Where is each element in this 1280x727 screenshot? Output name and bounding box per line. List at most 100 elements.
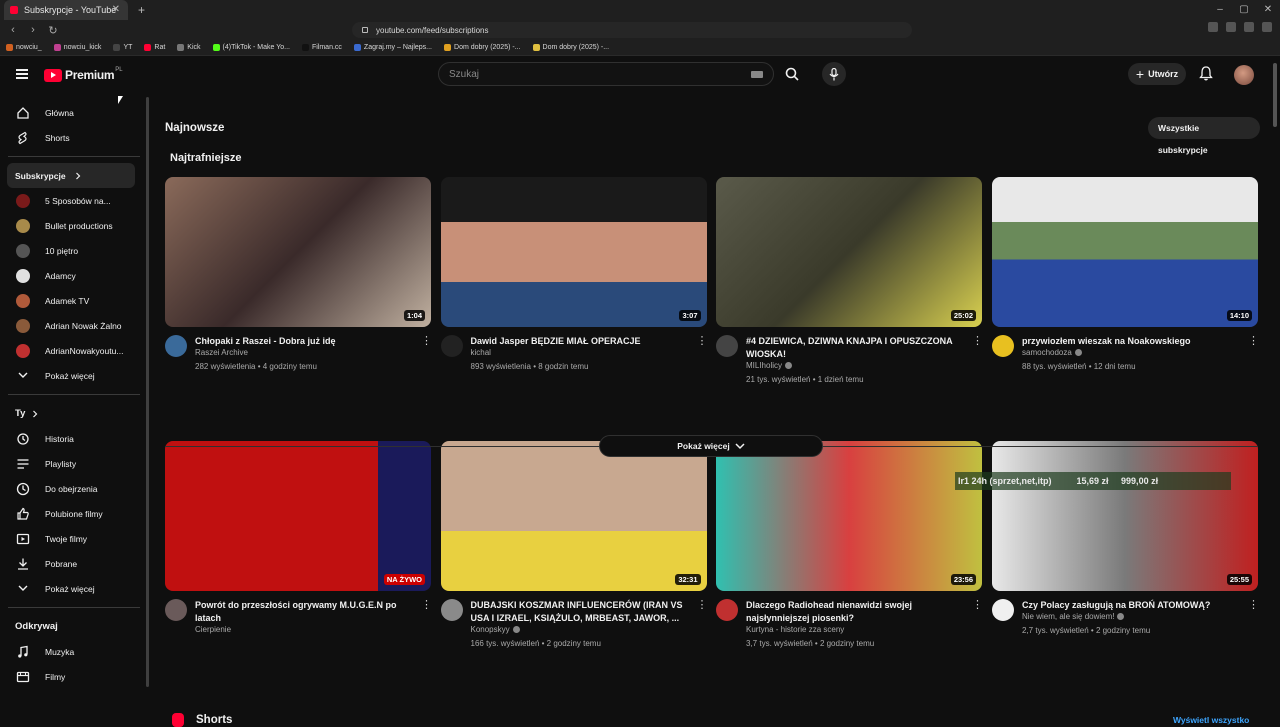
menu-icon[interactable] xyxy=(16,69,28,79)
bookmark-item[interactable]: Rat xyxy=(144,44,165,51)
browser-tab[interactable]: Subskrypcje - YouTube ✕ xyxy=(4,0,128,20)
video-thumbnail[interactable]: NA ŻYWO xyxy=(165,441,431,591)
bookmark-item[interactable]: Filman.cc xyxy=(301,44,342,51)
video-thumbnail[interactable]: 25:55 xyxy=(992,441,1258,591)
bookmark-item[interactable]: Dom dobry (2025) -... xyxy=(532,44,609,51)
video-card[interactable]: 32:31 DUBAJSKI KOSZMAR INFLUENCERÓW (IRAN… xyxy=(440,441,708,659)
more-actions-icon[interactable]: ⋮ xyxy=(421,335,432,349)
video-thumbnail[interactable]: 3:07 xyxy=(440,177,707,327)
channel-avatar[interactable] xyxy=(440,335,463,357)
channel-avatar[interactable] xyxy=(165,335,187,357)
more-actions-icon[interactable]: ⋮ xyxy=(421,599,432,613)
sidebar-item-playlist[interactable]: Playlisty xyxy=(0,451,148,476)
sidebar-item-channel[interactable]: 10 piętro xyxy=(0,238,148,263)
maximize-icon[interactable]: ▢ xyxy=(1232,0,1256,20)
search-button[interactable] xyxy=(779,63,805,85)
channel-avatar[interactable] xyxy=(716,599,738,621)
sidebar-item-download[interactable]: Pobrane xyxy=(0,551,148,576)
url-field[interactable]: youtube.com/feed/subscriptions xyxy=(352,22,912,38)
channel-name-row[interactable]: MILIholicy xyxy=(746,361,793,370)
more-actions-icon[interactable]: ⋮ xyxy=(697,335,708,349)
channel-avatar[interactable] xyxy=(440,599,463,621)
bookmark-item[interactable]: (4)TikTok - Make Yo... xyxy=(212,44,290,51)
sidebar-item-home[interactable]: Główna xyxy=(0,100,148,125)
channel-name-row[interactable]: Kurtyna - historie zza sceny xyxy=(746,625,844,634)
sidebar-show-more-subscriptions[interactable]: Pokaż więcej xyxy=(0,363,148,388)
bookmark-item[interactable]: Zagraj.my – Najleps... xyxy=(353,44,432,51)
bookmark-item[interactable]: Dom dobry (2025) -... xyxy=(444,44,521,51)
menu-icon[interactable] xyxy=(1262,22,1272,32)
channel-name-row[interactable]: kichal xyxy=(471,348,491,357)
channel-name-row[interactable]: samochodoza xyxy=(1022,348,1082,357)
video-card[interactable]: 1:04 Chłopaki z Raszei - Dobra już idę Ras… xyxy=(165,177,432,395)
sidebar-item-channel[interactable]: Adrian Nowak Żalno xyxy=(0,313,148,338)
video-card[interactable]: 25:02 #4 DZIEWICA, DZIWNA KNAJPA I OPUSZC… xyxy=(716,177,983,395)
reload-icon[interactable]: ↻ xyxy=(46,24,60,37)
video-title[interactable]: przywiozłem wieszak na Noakowskiego xyxy=(1022,335,1244,348)
video-title[interactable]: DUBAJSKI KOSZMAR INFLUENCERÓW (IRAN VS U… xyxy=(471,599,693,625)
video-title[interactable]: #4 DZIEWICA, DZIWNA KNAJPA I OPUSZCZONA … xyxy=(746,335,968,361)
site-info-icon[interactable] xyxy=(362,27,368,33)
more-actions-icon[interactable]: ⋮ xyxy=(972,335,983,349)
video-thumbnail[interactable]: 23:56 xyxy=(716,441,982,591)
video-title[interactable]: Powrót do przeszłości ogrywamy M.U.G.E.N… xyxy=(195,599,417,625)
more-actions-icon[interactable]: ⋮ xyxy=(697,599,708,613)
sidebar-section-you[interactable]: Ty xyxy=(0,401,148,426)
youtube-premium-logo[interactable]: Premium PL xyxy=(44,67,123,82)
sidebar-item-channel[interactable]: Adamcy xyxy=(0,263,148,288)
video-title[interactable]: Czy Polacy zasługują na BROŃ ATOMOWĄ? xyxy=(1022,599,1244,612)
extension-icon[interactable] xyxy=(1226,22,1236,32)
video-thumbnail[interactable]: 14:10 xyxy=(992,177,1258,327)
more-actions-icon[interactable]: ⋮ xyxy=(972,599,983,613)
close-window-icon[interactable]: ✕ xyxy=(1256,0,1280,20)
channel-avatar[interactable] xyxy=(716,335,738,357)
video-card[interactable]: 23:56 Dlaczego Radiohead nienawidzi swoje… xyxy=(716,441,983,659)
voice-search-button[interactable] xyxy=(822,62,846,86)
sidebar-item-your-videos[interactable]: Twoje filmy xyxy=(0,526,148,551)
more-actions-icon[interactable]: ⋮ xyxy=(1248,599,1259,613)
sidebar-item-watch-later[interactable]: Do obejrzenia xyxy=(0,476,148,501)
sidebar-item-history[interactable]: Historia xyxy=(0,426,148,451)
forward-icon[interactable]: › xyxy=(26,24,40,36)
new-tab-icon[interactable]: + xyxy=(138,3,145,17)
sidebar-item-like[interactable]: Polubione filmy xyxy=(0,501,148,526)
sidebar-item-music[interactable]: Muzyka xyxy=(0,639,148,664)
video-title[interactable]: Chłopaki z Raszei - Dobra już idę xyxy=(195,335,417,348)
account-avatar[interactable] xyxy=(1234,65,1254,85)
bookmark-item[interactable]: nowciu_ xyxy=(6,44,42,51)
minimize-icon[interactable]: – xyxy=(1208,0,1232,20)
channel-name-row[interactable]: Raszei Archive xyxy=(195,348,248,357)
sidebar-item-channel[interactable]: Adamek TV xyxy=(0,288,148,313)
page-scrollbar[interactable] xyxy=(1273,63,1277,127)
sidebar-scrollbar[interactable] xyxy=(146,97,149,687)
video-card[interactable]: 14:10 przywiozłem wieszak na Noakowskiego… xyxy=(992,177,1259,395)
sidebar-item-channel[interactable]: AdrianNowakyoutu... xyxy=(0,338,148,363)
sidebar-item-channel[interactable]: Bullet productions xyxy=(0,213,148,238)
close-tab-icon[interactable]: ✕ xyxy=(112,4,120,15)
channel-name-row[interactable]: Nie wiem, ale się dowiem! xyxy=(1022,612,1125,621)
sidebar-item-movies[interactable]: Filmy xyxy=(0,664,148,689)
channel-avatar[interactable] xyxy=(992,335,1014,357)
show-more-button[interactable]: Pokaż więcej xyxy=(599,435,823,457)
video-card[interactable]: NA ŻYWO Powrót do przeszłości ogrywamy M.… xyxy=(165,441,432,659)
search-input[interactable] xyxy=(449,68,739,80)
notifications-button[interactable] xyxy=(1199,66,1213,86)
bookmark-item[interactable]: nowciu_kick xyxy=(53,44,101,51)
channel-avatar[interactable] xyxy=(992,599,1014,621)
video-thumbnail[interactable]: 1:04 xyxy=(165,177,431,327)
extension-icon[interactable] xyxy=(1244,22,1254,32)
video-title[interactable]: Dawid Jasper BĘDZIE MIAŁ OPERACJE xyxy=(471,335,693,348)
video-card[interactable]: 3:07 Dawid Jasper BĘDZIE MIAŁ OPERACJE kic… xyxy=(440,177,708,395)
sidebar-item-channel[interactable]: 5 Sposobów na... xyxy=(0,188,148,213)
sidebar-item-subscriptions[interactable]: Subskrypcje xyxy=(7,163,135,188)
channel-name-row[interactable]: Konopskyy xyxy=(471,625,520,634)
video-thumbnail[interactable]: 25:02 xyxy=(716,177,982,327)
channel-avatar[interactable] xyxy=(165,599,187,621)
all-subscriptions-button[interactable]: Wszystkie subskrypcje xyxy=(1148,117,1260,155)
channel-name-row[interactable]: Cierpienie xyxy=(195,625,231,634)
video-thumbnail[interactable]: 32:31 xyxy=(440,441,707,591)
create-button[interactable]: + Utwórz xyxy=(1128,63,1186,85)
extension-icon[interactable] xyxy=(1208,22,1218,32)
sidebar-item-shorts[interactable]: Shorts xyxy=(0,125,148,150)
bookmark-item[interactable]: Kick xyxy=(177,44,201,51)
